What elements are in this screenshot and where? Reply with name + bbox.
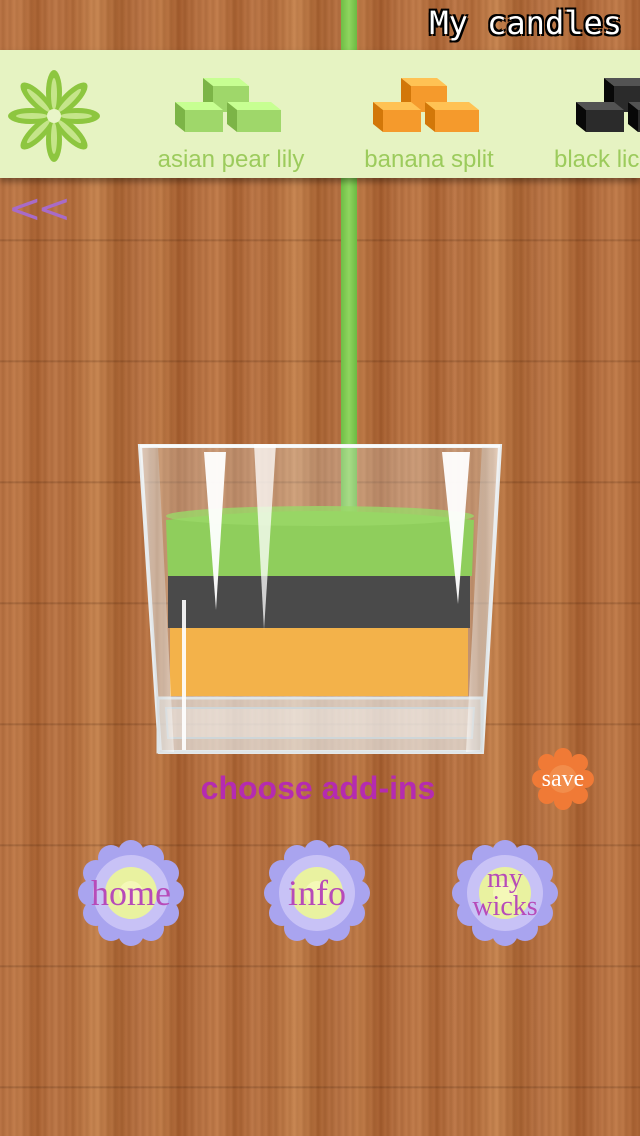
wax-label: black lic — [554, 146, 640, 173]
wax-label: asian pear lily — [157, 146, 305, 173]
save-button[interactable]: save — [530, 748, 596, 810]
wax-layer-black — [168, 574, 470, 628]
flower-icon[interactable] — [8, 70, 100, 162]
wax-item-black-licorice[interactable]: black lic — [540, 72, 640, 174]
save-label: save — [541, 765, 585, 792]
wax-shelf[interactable]: asian pear lily banana split black lic — [0, 50, 640, 178]
wax-item-asian-pear-lily[interactable]: asian pear lily — [146, 72, 316, 174]
my-wicks-label: my wicks — [450, 838, 560, 948]
my-wicks-line1: my — [487, 863, 523, 894]
home-label: home — [91, 873, 171, 913]
wax-item-banana-split[interactable]: banana split — [344, 72, 514, 174]
my-wicks-button[interactable]: my wicks — [450, 838, 560, 948]
wax-cubes-icon — [373, 78, 479, 132]
wax-label: banana split — [364, 146, 494, 173]
wax-cubes-icon — [576, 78, 640, 132]
page-title: My candles — [429, 4, 622, 42]
back-button[interactable]: << — [8, 186, 71, 232]
info-label: info — [288, 873, 346, 913]
wax-cubes-icon — [175, 78, 281, 132]
candle-glass — [137, 444, 503, 754]
wax-layer-orange — [170, 626, 468, 696]
my-wicks-line2: wicks — [472, 891, 538, 922]
home-button[interactable]: home — [76, 838, 186, 948]
info-button[interactable]: info — [262, 838, 372, 948]
